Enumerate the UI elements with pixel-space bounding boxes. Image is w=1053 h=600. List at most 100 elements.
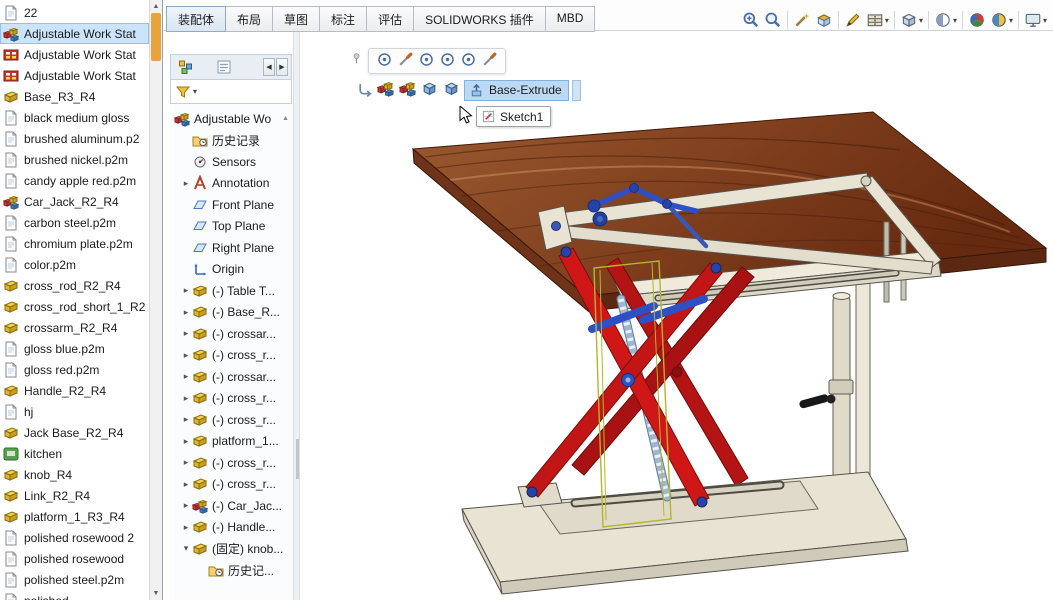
crank-handle[interactable]	[588, 184, 706, 247]
annotation-views-button[interactable]	[842, 9, 864, 31]
tree-item[interactable]: ▸(-) Table T...	[170, 280, 292, 302]
expander-icon[interactable]: ▸	[180, 328, 192, 339]
base-platform[interactable]	[462, 472, 908, 594]
sketch-highlight[interactable]	[594, 261, 671, 527]
lead-screw[interactable]	[621, 299, 667, 497]
ribbon-tab-layout[interactable]: 布局	[225, 6, 273, 32]
tree-item[interactable]: 历史记...	[170, 560, 292, 582]
file-list-item[interactable]: Base_R3_R4	[0, 86, 149, 107]
zoom-to-fit-button[interactable]	[740, 9, 762, 31]
expander-icon[interactable]: ▾	[180, 543, 192, 554]
file-list-item[interactable]: Handle_R2_R4	[0, 380, 149, 401]
featuremanager-tab[interactable]	[174, 56, 198, 78]
file-list-item[interactable]: brushed nickel.p2m	[0, 149, 149, 170]
tree-item[interactable]: ▸(-) cross_r...	[170, 409, 292, 431]
quick-select-3-button[interactable]	[418, 51, 435, 71]
panel-scroll-right-button[interactable]: ▶	[276, 58, 288, 76]
file-list-item[interactable]: Adjustable Work Stat	[0, 65, 149, 86]
apply-scene-button[interactable]: ▾	[988, 9, 1015, 31]
file-list-item[interactable]: Car_Jack_R2_R4	[0, 191, 149, 212]
file-list-item[interactable]: Adjustable Work Stat	[0, 44, 149, 65]
file-list-item[interactable]: chromium plate.p2m	[0, 233, 149, 254]
scrollbar-thumb[interactable]	[151, 13, 161, 61]
file-list-item[interactable]: cross_rod_R2_R4	[0, 275, 149, 296]
tree-item[interactable]: Front Plane	[170, 194, 292, 216]
ribbon-tab-evaluate[interactable]: 评估	[366, 6, 414, 32]
scissor-arms-rear[interactable]	[572, 258, 754, 486]
splitter-grip[interactable]	[296, 439, 299, 479]
section-view-button[interactable]	[813, 9, 835, 31]
filter-funnel-icon[interactable]	[175, 84, 191, 100]
file-list-item[interactable]: color.p2m	[0, 254, 149, 275]
tree-item[interactable]: ▸(-) cross_r...	[170, 474, 292, 496]
tree-item[interactable]: ▾(固定) knob...	[170, 538, 292, 560]
file-list-item[interactable]: brushed aluminum.p2	[0, 128, 149, 149]
expander-icon[interactable]: ▸	[180, 393, 192, 404]
tree-item[interactable]: ▸platform_1...	[170, 431, 292, 453]
file-list-item[interactable]: gloss red.p2m	[0, 359, 149, 380]
filter-caret-icon[interactable]: ▾	[193, 87, 197, 96]
file-list-item[interactable]: Jack Base_R2_R4	[0, 422, 149, 443]
ribbon-tab-markup[interactable]: 标注	[319, 6, 367, 32]
file-list-item[interactable]: polished rosewood 2	[0, 527, 149, 548]
expander-icon[interactable]: ▸	[180, 285, 192, 296]
file-list-item[interactable]: polished rosewood	[0, 548, 149, 569]
expander-icon[interactable]: ▸	[180, 414, 192, 425]
breadcrumb-next-item[interactable]	[572, 80, 581, 101]
file-list-item[interactable]: hj	[0, 401, 149, 422]
breadcrumb-item-2[interactable]	[398, 79, 417, 101]
tree-root-item[interactable]: Adjustable Wo▲	[170, 108, 292, 130]
tree-item[interactable]: ▸(-) cross_r...	[170, 388, 292, 410]
file-list-item[interactable]: polished	[0, 590, 149, 600]
expander-icon[interactable]: ▸	[180, 178, 192, 189]
upper-frame[interactable]	[538, 173, 941, 309]
panel-splitter[interactable]	[293, 31, 300, 600]
table-mount-rods[interactable]	[884, 216, 906, 302]
tree-item[interactable]: ▸(-) crossar...	[170, 323, 292, 345]
edit-appearance-button[interactable]	[966, 9, 988, 31]
file-list-item[interactable]: crossarm_R2_R4	[0, 317, 149, 338]
file-list-item[interactable]: carbon steel.p2m	[0, 212, 149, 233]
hide-show-items-button[interactable]: ▾	[864, 9, 891, 31]
ribbon-tab-solidworks-addins[interactable]: SOLIDWORKS 插件	[413, 6, 546, 32]
file-list-item[interactable]: candy apple red.p2m	[0, 170, 149, 191]
ribbon-tab-mbd[interactable]: MBD	[545, 6, 596, 32]
expander-icon[interactable]: ▸	[180, 350, 192, 361]
file-list-item[interactable]: polished steel.p2m	[0, 569, 149, 590]
panel-scroll-left-button[interactable]: ◀	[263, 58, 275, 76]
toolbar-pin[interactable]	[350, 52, 363, 68]
file-list-item[interactable]: platform_1_R3_R4	[0, 506, 149, 527]
expander-icon[interactable]: ▸	[180, 522, 192, 533]
file-list-item[interactable]: black medium gloss	[0, 107, 149, 128]
tree-item[interactable]: ▸(-) Base_R...	[170, 302, 292, 324]
file-list-item[interactable]: kitchen	[0, 443, 149, 464]
ribbon-tab-assembly[interactable]: 装配体	[166, 6, 226, 32]
tree-item[interactable]: Origin	[170, 259, 292, 281]
file-list-item[interactable]: cross_rod_short_1_R2	[0, 296, 149, 317]
tree-item[interactable]: Top Plane	[170, 216, 292, 238]
expander-icon[interactable]: ▸	[180, 500, 192, 511]
tree-item[interactable]: ▸(-) cross_r...	[170, 452, 292, 474]
previous-view-button[interactable]	[791, 9, 813, 31]
expander-icon[interactable]: ▸	[180, 479, 192, 490]
view-settings-button[interactable]: ▾	[1022, 9, 1049, 31]
ribbon-tab-sketch[interactable]: 草图	[272, 6, 320, 32]
tree-item[interactable]: Sensors	[170, 151, 292, 173]
file-list-item[interactable]: 22	[0, 2, 149, 23]
display-style-button[interactable]: ▾	[898, 9, 925, 31]
quick-select-1-button[interactable]	[376, 51, 393, 71]
tree-item[interactable]: ▸(-) Handle...	[170, 517, 292, 539]
expander-icon[interactable]: ▸	[180, 307, 192, 318]
pivot-links[interactable]	[527, 247, 721, 507]
tree-item[interactable]: ▸(-) cross_r...	[170, 345, 292, 367]
tree-item[interactable]: ▸Annotation	[170, 173, 292, 195]
file-list-scrollbar[interactable]: ▲ ▼	[149, 0, 162, 600]
tree-item[interactable]: ▸(-) Car_Jac...	[170, 495, 292, 517]
support-posts[interactable]	[799, 255, 870, 542]
scissor-arms-front[interactable]	[526, 248, 722, 506]
breadcrumb-arrow-icon[interactable]	[356, 82, 373, 99]
clamp-handle[interactable]	[799, 394, 830, 409]
file-list-item[interactable]: knob_R4	[0, 464, 149, 485]
sketch-label-box[interactable]: Sketch1	[476, 106, 551, 127]
tree-item[interactable]: Right Plane	[170, 237, 292, 259]
